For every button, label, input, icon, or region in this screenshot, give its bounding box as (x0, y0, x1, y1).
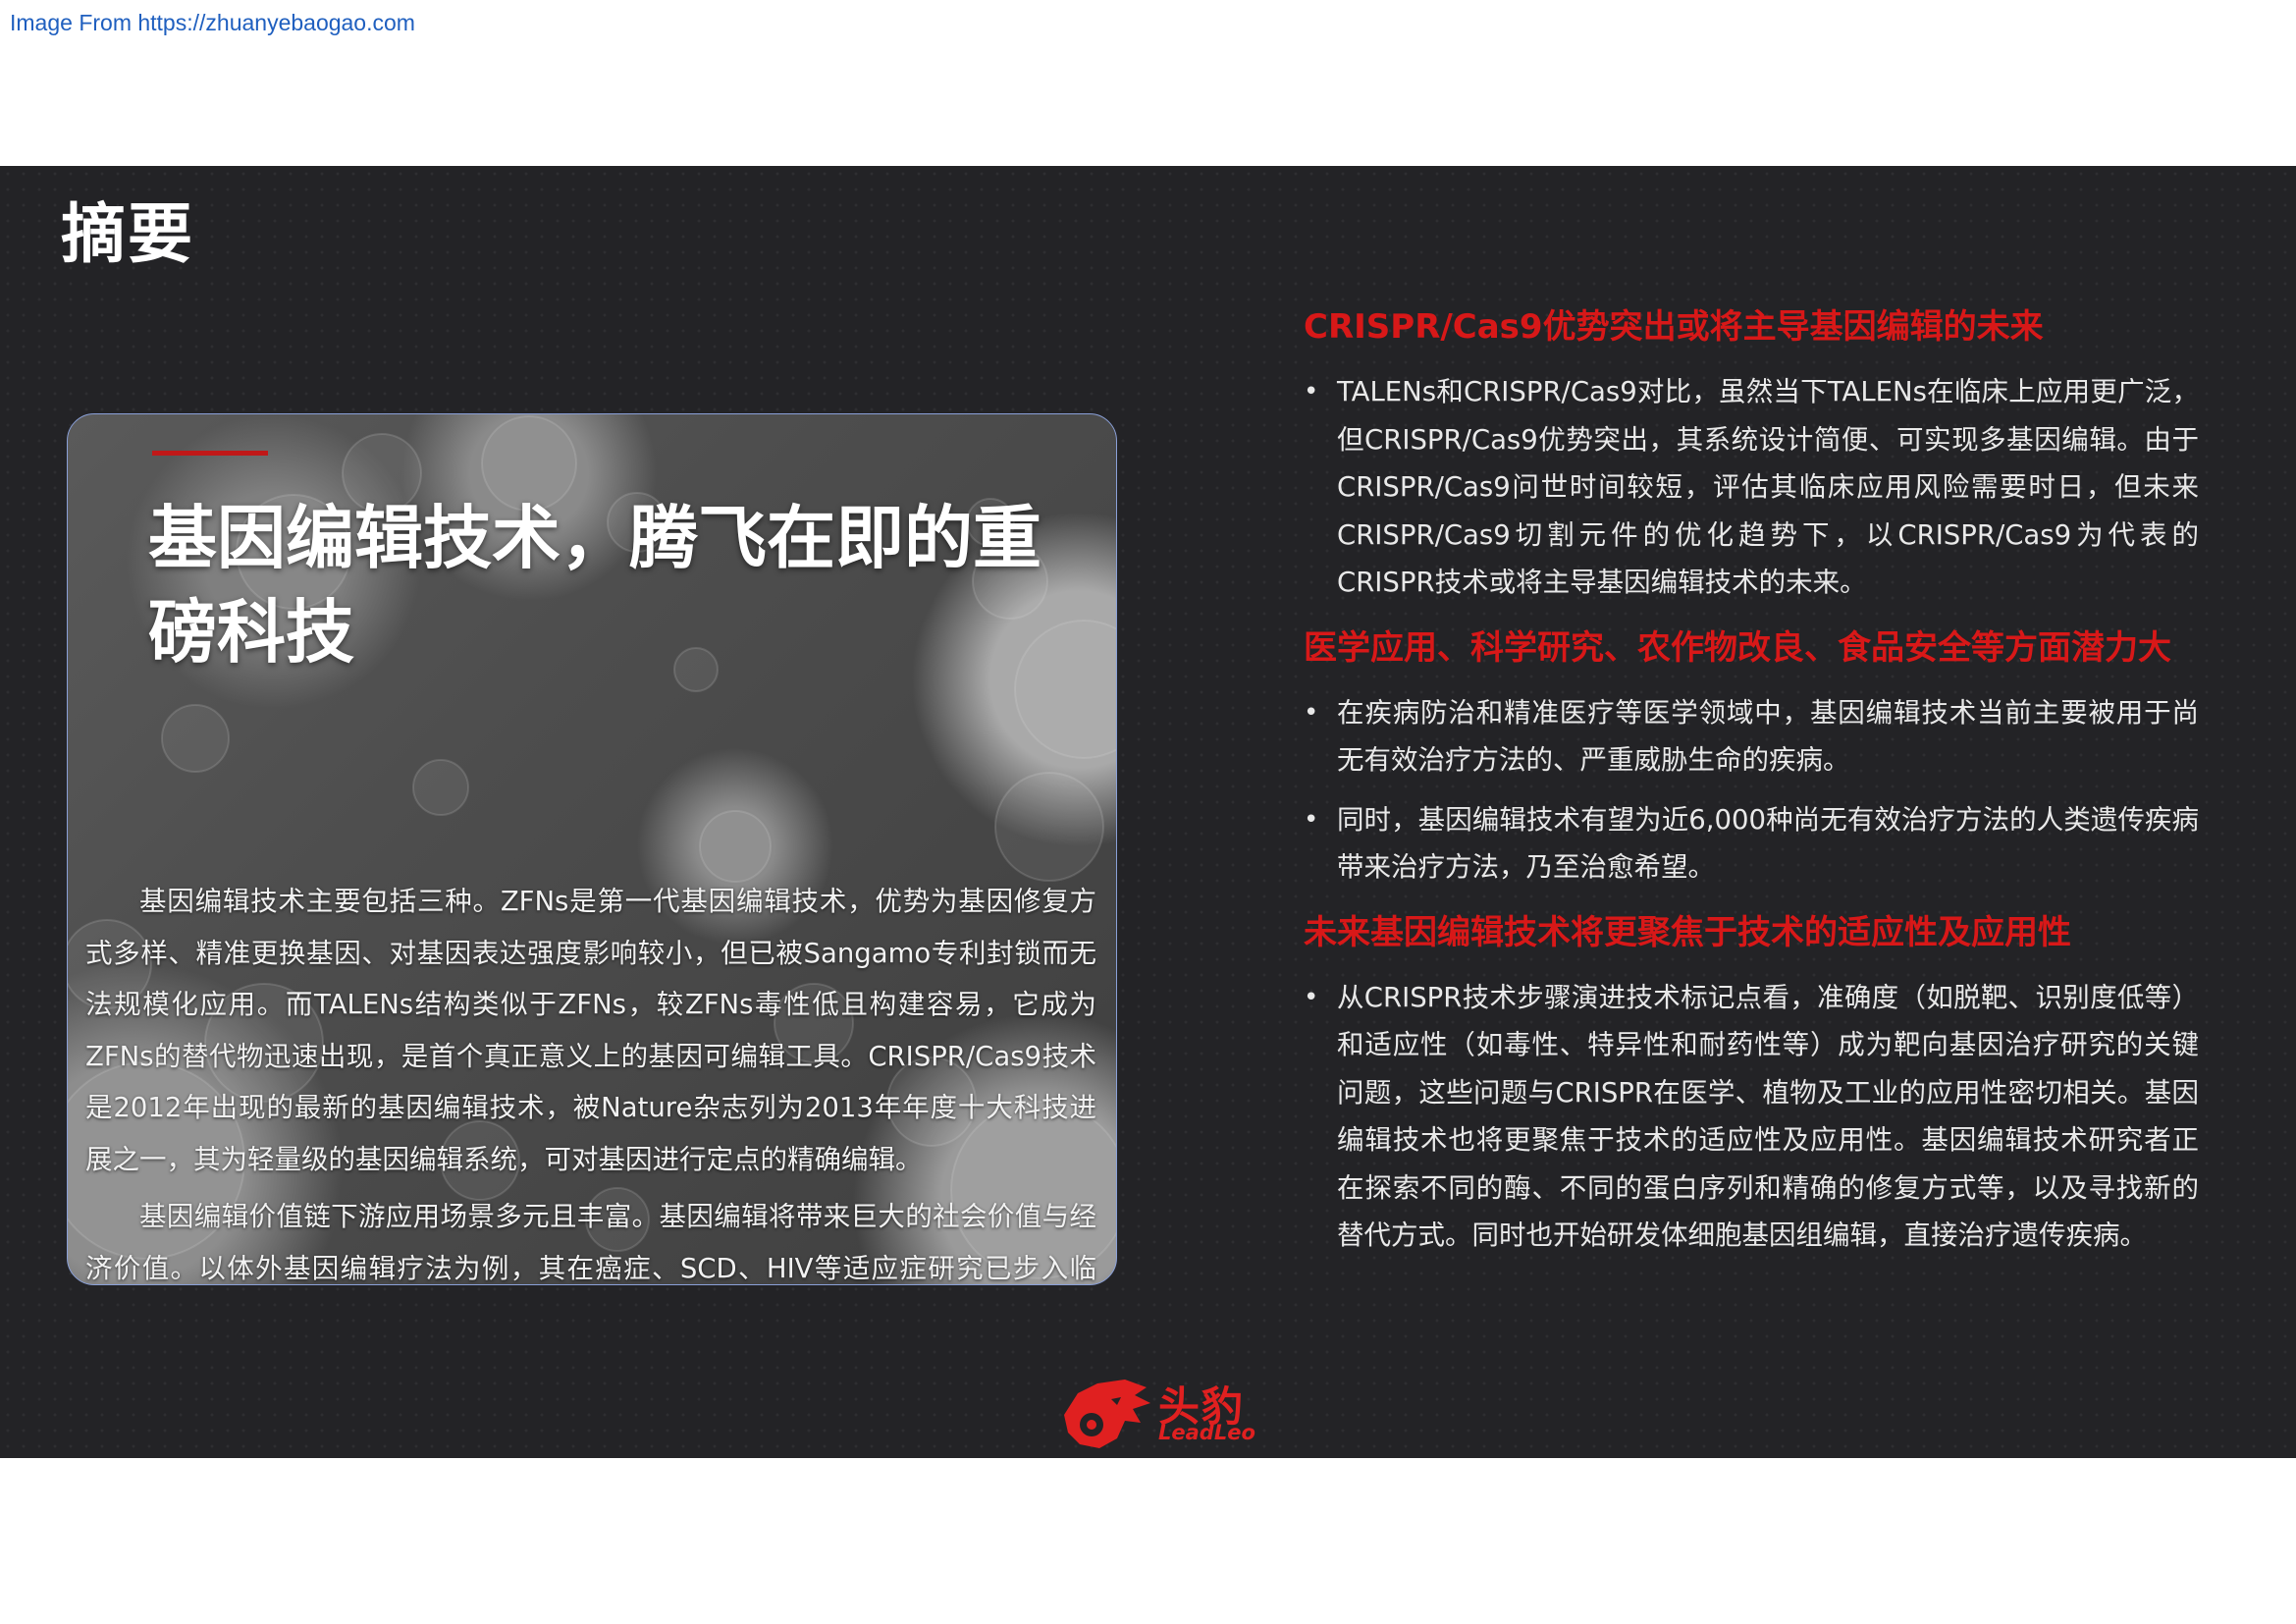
section-heading-applications: 医学应用、科学研究、农作物改良、食品安全等方面潜力大 (1304, 627, 2171, 668)
card-title: 基因编辑技术，腾飞在即的重 磅科技 (148, 491, 1071, 679)
section-heading-crispr: CRISPR/Cas9优势突出或将主导基因编辑的未来 (1304, 307, 2044, 347)
feature-card: 基因编辑技术，腾飞在即的重 磅科技 基因编辑技术主要包括三种。ZFNs是第一代基… (67, 413, 1117, 1285)
logo-text-en: LeadLeo (1158, 1421, 1255, 1444)
bullet-item: 从CRISPR技术步骤演进技术标记点看，准确度（如脱靶、识别度低等）和适应性（如… (1304, 974, 2199, 1260)
leadleo-logo: 头豹 LeadLeo (1056, 1370, 1255, 1458)
card-paragraph: 基因编辑技术主要包括三种。ZFNs是第一代基因编辑技术，优势为基因修复方式多样、… (85, 886, 1096, 1175)
summary-column: CRISPR/Cas9优势突出或将主导基因编辑的未来 TALENs和CRISPR… (1304, 299, 2199, 1273)
card-accent-bar (152, 451, 268, 456)
card-body: 基因编辑技术主要包括三种。ZFNs是第一代基因编辑技术，优势为基因修复方式多样、… (85, 876, 1096, 1284)
bullet-item: 在疾病防治和精准医疗等医学领域中，基因编辑技术当前主要被用于尚无有效治疗方法的、… (1304, 689, 2199, 785)
bullet-item: 同时，基因编辑技术有望为近6,000种尚无有效治疗方法的人类遗传疾病带来治疗方法… (1304, 796, 2199, 892)
section-heading-future: 未来基因编辑技术将更聚焦于技术的适应性及应用性 (1304, 912, 2071, 952)
card-title-line1: 基因编辑技术，腾飞在即的重 (148, 498, 1041, 578)
bullet-item: TALENs和CRISPR/Cas9对比，虽然当下TALENs在临床上应用更广泛… (1304, 368, 2199, 607)
card-title-line2: 磅科技 (148, 592, 354, 673)
bullet-list: 从CRISPR技术步骤演进技术标记点看，准确度（如脱靶、识别度低等）和适应性（如… (1304, 974, 2199, 1260)
slide-title: 摘要 (61, 196, 194, 272)
bullet-list: TALENs和CRISPR/Cas9对比，虽然当下TALENs在临床上应用更广泛… (1304, 368, 2199, 607)
card-paragraph: 基因编辑价值链下游应用场景多元且丰富。基因编辑将带来巨大的社会价值与经济价值。以… (85, 1201, 1096, 1284)
source-link[interactable]: Image From https://zhuanyebaogao.com (10, 10, 415, 36)
leopard-head-logo-icon (1064, 1380, 1150, 1448)
bullet-list: 在疾病防治和精准医疗等医学领域中，基因编辑技术当前主要被用于尚无有效治疗方法的、… (1304, 689, 2199, 892)
slide: 摘要 基因编辑技术，腾飞在即的重 磅科技 基因编辑技术主要包括三种。ZFNs是第… (0, 166, 2296, 1458)
